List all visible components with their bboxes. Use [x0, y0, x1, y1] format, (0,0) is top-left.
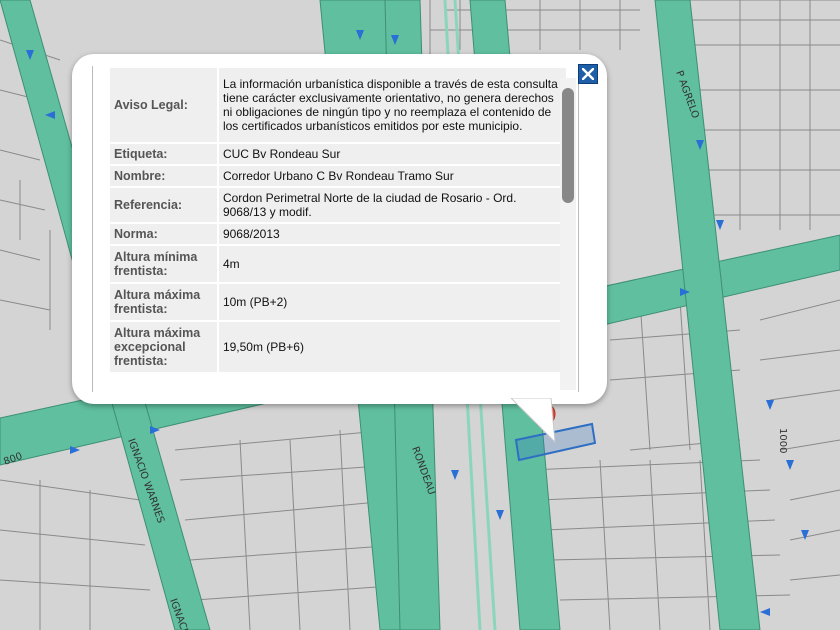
row-value: 19,50m (PB+6)	[218, 322, 566, 372]
row-label: Aviso Legal:	[110, 68, 217, 142]
close-button[interactable]	[578, 64, 598, 84]
row-value: CUC Bv Rondeau Sur	[218, 144, 566, 164]
row-label: Referencia:	[110, 188, 217, 222]
row-label: Altura mínima frentista:	[110, 246, 217, 282]
popup-content: Aviso Legal: La información urbanística …	[92, 66, 579, 392]
row-label: Nombre:	[110, 166, 217, 186]
row-label: Norma:	[110, 224, 217, 244]
row-value: La información urbanística disponible a …	[218, 68, 566, 142]
info-popup: Aviso Legal: La información urbanística …	[72, 54, 607, 404]
row-value: Cordon Perimetral Norte de la ciudad de …	[218, 188, 566, 222]
row-value: 10m (PB+2)	[218, 284, 566, 320]
row-label: Altura máxima excepcional frentista:	[110, 322, 217, 372]
close-icon	[582, 68, 594, 80]
popup-tail	[511, 398, 556, 444]
popup-scrollbar-thumb[interactable]	[562, 88, 574, 203]
row-label: Altura máxima frentista:	[110, 284, 217, 320]
table-row: Altura máxima excepcional frentista: 19,…	[110, 322, 566, 372]
table-row: Altura máxima frentista: 10m (PB+2)	[110, 284, 566, 320]
attributes-table: Aviso Legal: La información urbanística …	[108, 66, 568, 374]
table-row: Aviso Legal: La información urbanística …	[110, 68, 566, 142]
row-value: 9068/2013	[218, 224, 566, 244]
table-row: Norma: 9068/2013	[110, 224, 566, 244]
row-value: 4m	[218, 246, 566, 282]
street-number-1000: 1000	[777, 428, 788, 453]
row-value: Corredor Urbano C Bv Rondeau Tramo Sur	[218, 166, 566, 186]
table-row: Referencia: Cordon Perimetral Norte de l…	[110, 188, 566, 222]
table-row: Etiqueta: CUC Bv Rondeau Sur	[110, 144, 566, 164]
table-row: Altura mínima frentista: 4m	[110, 246, 566, 282]
table-row: Nombre: Corredor Urbano C Bv Rondeau Tra…	[110, 166, 566, 186]
row-label: Etiqueta:	[110, 144, 217, 164]
